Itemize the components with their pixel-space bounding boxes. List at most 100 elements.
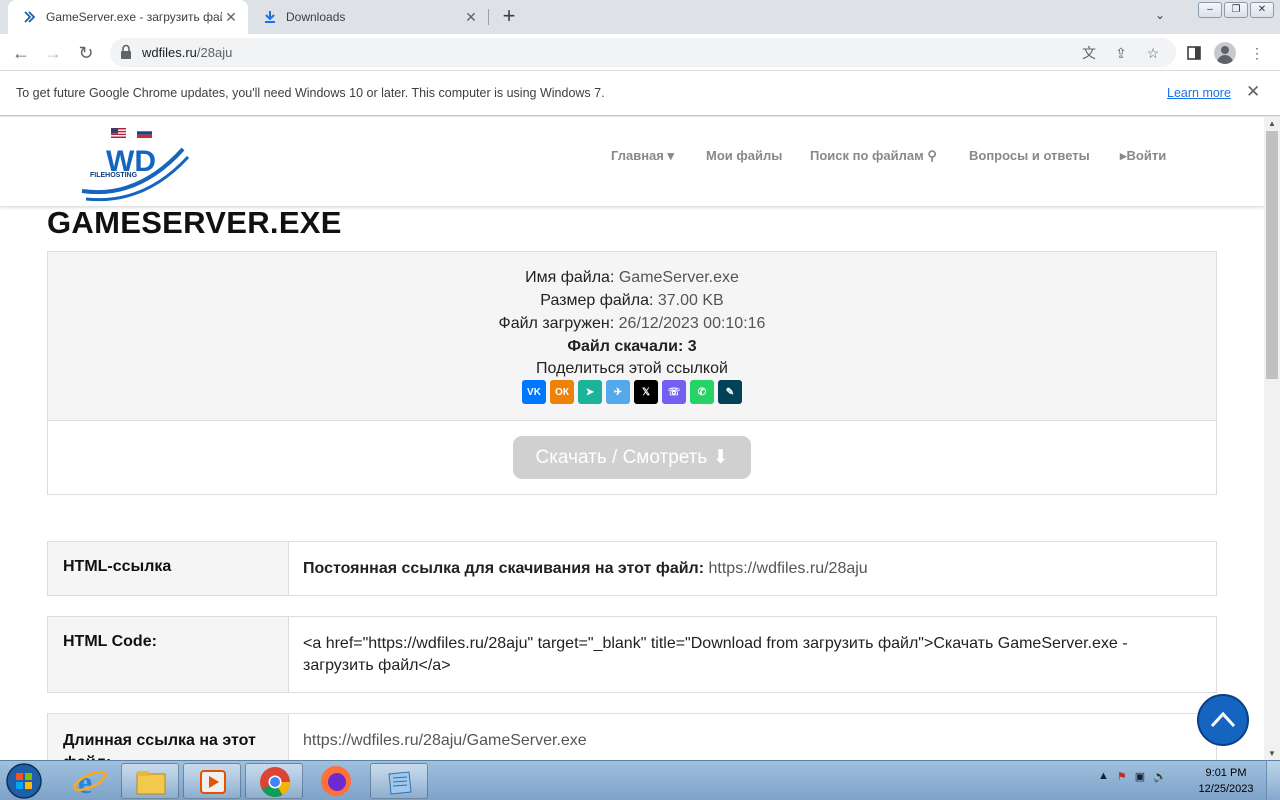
system-clock[interactable]: 9:01 PM 12/25/2023	[1196, 765, 1256, 797]
page-viewport: WD FILEHOSTING Главная ▾ Мои файлы Поиск…	[0, 117, 1264, 760]
svg-text:e: e	[78, 764, 92, 799]
livejournal-icon[interactable]: ✎	[718, 380, 742, 404]
menu-faq[interactable]: Вопросы и ответы	[969, 148, 1090, 163]
html-code-value[interactable]: <a href="https://wdfiles.ru/28aju" targe…	[303, 633, 1201, 677]
sferum-icon[interactable]: ➤	[578, 380, 602, 404]
show-hidden-icons-icon[interactable]: ▲	[1098, 770, 1109, 783]
new-tab-button[interactable]: +	[498, 5, 520, 28]
viber-icon[interactable]: ☏	[662, 380, 686, 404]
long-link-key: Длинная ссылка на этот файл:	[48, 714, 289, 760]
chevron-up-icon	[1210, 711, 1236, 728]
firefox-icon[interactable]	[316, 763, 356, 799]
notepad-icon[interactable]	[370, 763, 428, 799]
menu-my-files[interactable]: Мои файлы	[706, 148, 782, 163]
menu-login[interactable]: ▸Войти	[1120, 148, 1166, 164]
volume-muted-icon[interactable]: 🔈	[1153, 770, 1167, 783]
menu-dots-icon[interactable]: ⋮	[1246, 42, 1268, 64]
show-desktop-button[interactable]	[1266, 761, 1280, 800]
tab-separator	[488, 9, 489, 25]
media-player-icon[interactable]	[183, 763, 241, 799]
scroll-up-arrow-icon[interactable]: ▲	[1268, 119, 1276, 128]
system-tray: ▲ ⚑ ▣ 🔈	[1098, 770, 1167, 783]
site-header: WD FILEHOSTING Главная ▾ Мои файлы Поиск…	[0, 117, 1264, 207]
tab-gameserver[interactable]: GameServer.exe - загрузить фай ✕	[8, 0, 248, 34]
close-tab-icon[interactable]: ✕	[462, 8, 480, 26]
scroll-to-top-button[interactable]	[1197, 694, 1249, 746]
browser-toolbar: ← → ↻ wdfiles.ru/28aju ⽂ ⇪ ☆ ⋮	[0, 34, 1280, 71]
page-title: GAMESERVER.EXE	[47, 205, 342, 240]
file-size-value: 37.00 KB	[657, 292, 724, 309]
clock-date: 12/25/2023	[1198, 783, 1254, 795]
english-flag-icon[interactable]	[111, 125, 126, 138]
html-code-row: HTML Code: <a href="https://wdfiles.ru/2…	[47, 616, 1217, 693]
html-code-key: HTML Code:	[48, 617, 289, 692]
menu-search[interactable]: Поиск по файлам ⚲	[810, 148, 937, 164]
search-icon: ⚲	[927, 148, 937, 163]
whatsapp-icon[interactable]: ✆	[690, 380, 714, 404]
html-link-row: HTML-ссылка Постоянная ссылка для скачив…	[47, 541, 1217, 596]
download-icon	[262, 9, 278, 25]
file-name-row: Имя файла: GameServer.exe	[525, 269, 739, 286]
address-bar[interactable]: wdfiles.ru/28aju ⽂ ⇪ ☆	[110, 38, 1176, 67]
url-host: wdfiles.ru	[142, 45, 197, 60]
restore-button[interactable]: ❐	[1224, 2, 1248, 18]
file-uploaded-value: 26/12/2023 00:10:16	[618, 315, 766, 332]
file-downloads-value: 3	[687, 338, 697, 355]
tab-strip: GameServer.exe - загрузить фай ✕ Downloa…	[0, 0, 1280, 34]
tab-search-chevron-icon[interactable]: ⌄	[1150, 8, 1170, 26]
infobar-close-icon[interactable]: ✕	[1246, 82, 1260, 102]
share-icon[interactable]: ⇪	[1112, 44, 1130, 62]
translate-icon[interactable]: ⽂	[1080, 44, 1098, 62]
close-window-button[interactable]: ✕	[1250, 2, 1274, 18]
start-button[interactable]	[2, 761, 46, 800]
forward-arrow-icon[interactable]: →	[40, 40, 66, 66]
telegram-icon[interactable]: ✈	[606, 380, 630, 404]
download-button[interactable]: Скачать / Смотреть ⬇	[513, 436, 751, 479]
network-icon[interactable]: ▣	[1135, 770, 1145, 783]
russian-flag-icon[interactable]	[137, 125, 152, 138]
odnoklassniki-icon[interactable]: ОК	[550, 380, 574, 404]
bookmark-star-icon[interactable]: ☆	[1144, 44, 1162, 62]
share-label: Поделиться этой ссылкой	[536, 360, 728, 377]
x-icon[interactable]: 𝕏	[634, 380, 658, 404]
file-name-value: GameServer.exe	[618, 269, 739, 286]
action-center-flag-icon[interactable]: ⚑	[1117, 770, 1127, 783]
tab-downloads[interactable]: Downloads ✕	[252, 0, 488, 34]
tab-title: Downloads	[286, 10, 346, 24]
vk-icon[interactable]: VK	[522, 380, 546, 404]
logo-subtext: FILEHOSTING	[90, 172, 138, 179]
scrollbar-thumb[interactable]	[1266, 131, 1278, 379]
internet-explorer-icon[interactable]: e	[70, 763, 110, 800]
infobar-message: To get future Google Chrome updates, you…	[16, 86, 605, 100]
chrome-icon[interactable]	[245, 763, 303, 799]
wdfiles-favicon-icon	[22, 9, 38, 25]
window-controls: – ❐ ✕	[1198, 2, 1274, 18]
url-path: /28aju	[196, 45, 233, 60]
minimize-button[interactable]: –	[1198, 2, 1222, 18]
clock-time: 9:01 PM	[1205, 767, 1247, 779]
side-panel-icon[interactable]	[1183, 42, 1205, 64]
wd-filehosting-logo[interactable]: WD FILEHOSTING	[78, 137, 193, 205]
lock-icon[interactable]	[120, 44, 132, 60]
permanent-link[interactable]: https://wdfiles.ru/28aju	[709, 560, 868, 577]
menu-home[interactable]: Главная ▾	[611, 148, 674, 164]
reload-icon[interactable]: ↻	[73, 40, 99, 66]
close-tab-icon[interactable]: ✕	[222, 8, 240, 26]
back-arrow-icon[interactable]: ←	[8, 40, 34, 66]
long-link-row: Длинная ссылка на этот файл: https://wdf…	[47, 713, 1217, 760]
file-downloads-row: Файл скачали: 3	[567, 338, 697, 355]
windows-taskbar: e ▲ ⚑ ▣ 🔈 9:01 PM 12/25/2023	[0, 760, 1280, 800]
long-link-value[interactable]: https://wdfiles.ru/28aju/GameServer.exe	[303, 732, 587, 749]
caret-down-icon: ▾	[667, 148, 675, 163]
learn-more-link[interactable]: Learn more	[1167, 86, 1231, 100]
scroll-down-arrow-icon[interactable]: ▼	[1268, 749, 1276, 758]
download-icon: ⬇	[712, 447, 729, 468]
file-explorer-icon[interactable]	[121, 763, 179, 799]
update-infobar: To get future Google Chrome updates, you…	[0, 71, 1280, 116]
url-text: wdfiles.ru/28aju	[142, 45, 232, 60]
html-link-key: HTML-ссылка	[48, 542, 289, 595]
profile-avatar[interactable]	[1214, 42, 1236, 64]
page-scrollbar[interactable]: ▲ ▼	[1264, 117, 1280, 760]
file-uploaded-row: Файл загружен: 26/12/2023 00:10:16	[498, 315, 766, 332]
file-info: Имя файла: GameServer.exe Размер файла: …	[48, 252, 1216, 421]
